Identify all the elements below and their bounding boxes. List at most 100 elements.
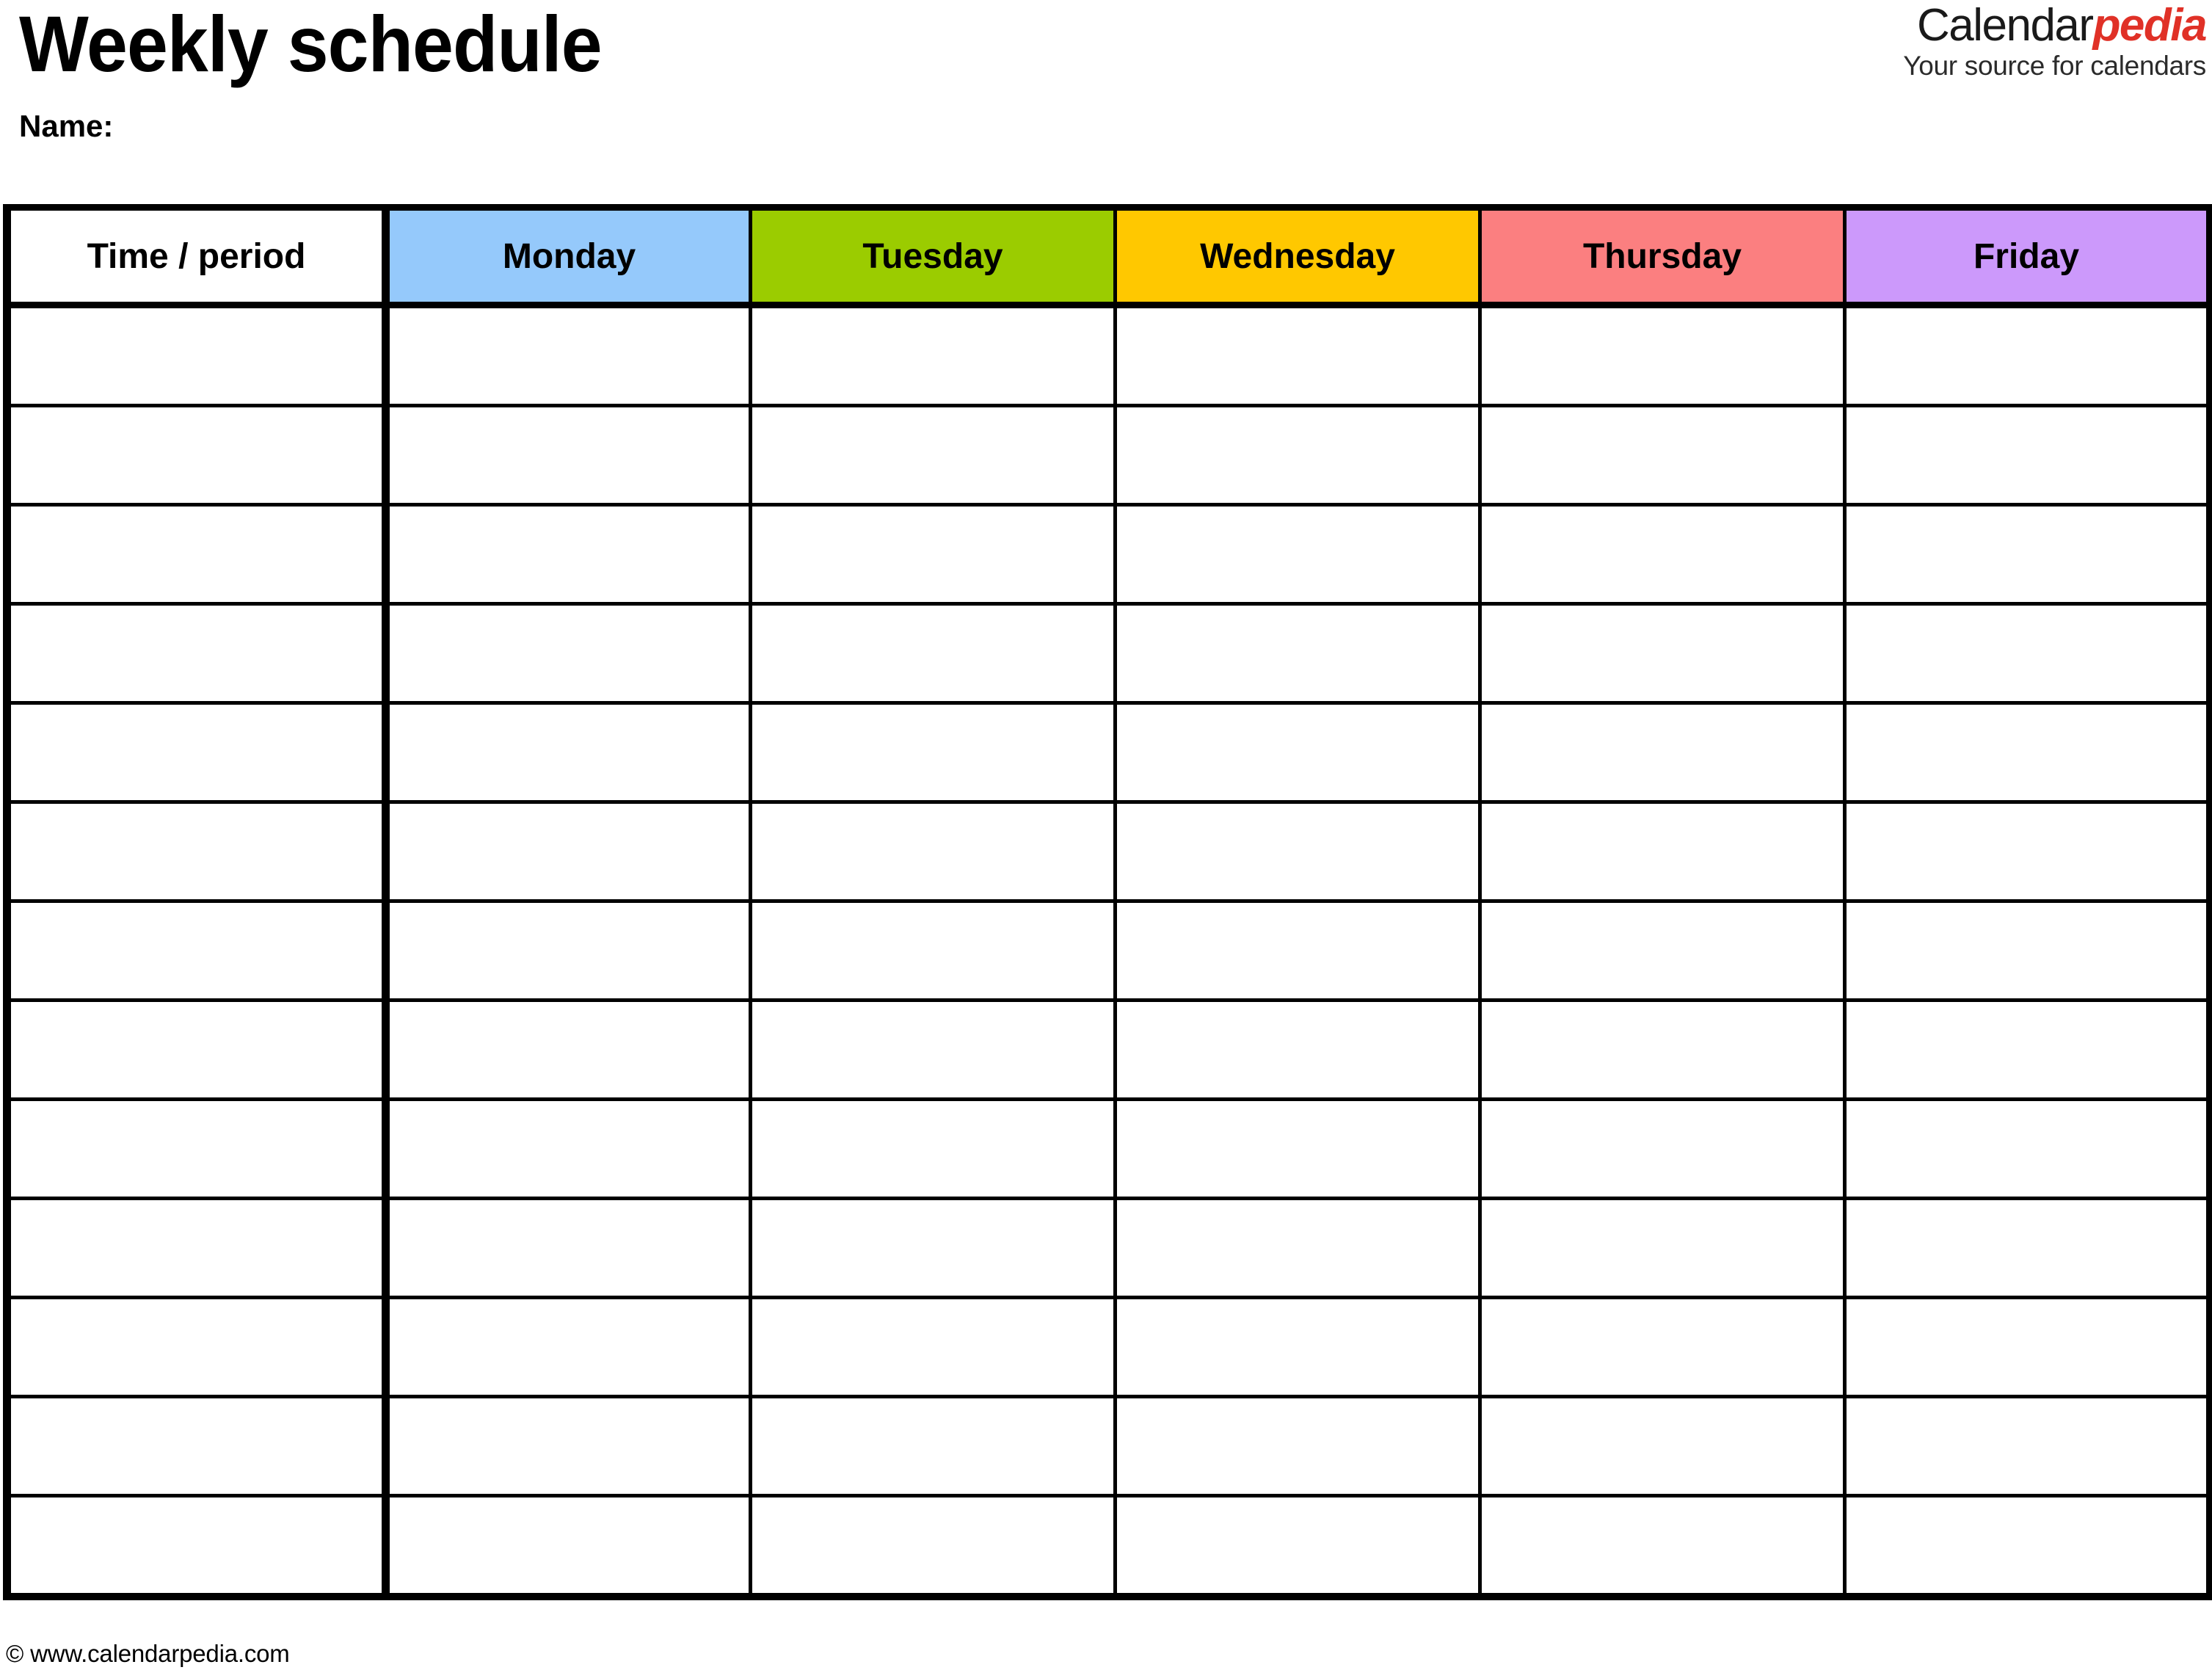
cell-time[interactable] bbox=[3, 404, 390, 507]
table-row bbox=[3, 1197, 2212, 1299]
cell-thursday[interactable] bbox=[1478, 1097, 1847, 1200]
cell-wednesday[interactable] bbox=[1113, 1097, 1482, 1200]
cell-thursday[interactable] bbox=[1478, 1494, 1847, 1600]
cell-monday[interactable] bbox=[384, 800, 752, 903]
cell-tuesday[interactable] bbox=[749, 404, 1117, 507]
cell-friday[interactable] bbox=[1843, 1494, 2212, 1600]
table-row bbox=[3, 602, 2212, 705]
cell-thursday[interactable] bbox=[1478, 503, 1847, 606]
logo-word-pedia: pedia bbox=[2092, 0, 2208, 51]
logo-wordmark: Calendarpedia bbox=[1903, 0, 2208, 51]
table-row bbox=[3, 701, 2212, 804]
cell-time[interactable] bbox=[3, 800, 390, 903]
cell-thursday[interactable] bbox=[1478, 303, 1847, 407]
cell-friday[interactable] bbox=[1843, 1296, 2212, 1398]
cell-friday[interactable] bbox=[1843, 800, 2212, 903]
cell-thursday[interactable] bbox=[1478, 602, 1847, 705]
cell-friday[interactable] bbox=[1843, 503, 2212, 606]
calendarpedia-logo: Calendarpedia Your source for calendars bbox=[1903, 0, 2208, 81]
cell-tuesday[interactable] bbox=[749, 1395, 1117, 1497]
cell-wednesday[interactable] bbox=[1113, 404, 1482, 507]
cell-tuesday[interactable] bbox=[749, 1097, 1117, 1200]
cell-thursday[interactable] bbox=[1478, 998, 1847, 1101]
cell-time[interactable] bbox=[3, 1395, 390, 1497]
cell-tuesday[interactable] bbox=[749, 1197, 1117, 1299]
cell-friday[interactable] bbox=[1843, 701, 2212, 804]
cell-thursday[interactable] bbox=[1478, 899, 1847, 1002]
cell-friday[interactable] bbox=[1843, 1197, 2212, 1299]
column-header-time-period: Time / period bbox=[3, 204, 390, 308]
cell-friday[interactable] bbox=[1843, 404, 2212, 507]
cell-monday[interactable] bbox=[384, 899, 752, 1002]
cell-monday[interactable] bbox=[384, 503, 752, 606]
column-header-tuesday: Tuesday bbox=[749, 204, 1117, 308]
logo-tagline: Your source for calendars bbox=[1903, 51, 2206, 81]
cell-monday[interactable] bbox=[384, 1296, 752, 1398]
schedule-table-container: Time / period Monday Tuesday Wednesday T… bbox=[3, 204, 2212, 1600]
cell-friday[interactable] bbox=[1843, 602, 2212, 705]
table-row bbox=[3, 800, 2212, 903]
cell-thursday[interactable] bbox=[1478, 1395, 1847, 1497]
cell-tuesday[interactable] bbox=[749, 303, 1117, 407]
cell-friday[interactable] bbox=[1843, 1097, 2212, 1200]
cell-thursday[interactable] bbox=[1478, 800, 1847, 903]
cell-wednesday[interactable] bbox=[1113, 1395, 1482, 1497]
cell-friday[interactable] bbox=[1843, 1395, 2212, 1497]
table-row bbox=[3, 404, 2212, 507]
cell-monday[interactable] bbox=[384, 1097, 752, 1200]
cell-time[interactable] bbox=[3, 1494, 390, 1600]
cell-time[interactable] bbox=[3, 899, 390, 1002]
table-header: Time / period Monday Tuesday Wednesday T… bbox=[3, 204, 2212, 308]
cell-tuesday[interactable] bbox=[749, 899, 1117, 1002]
cell-monday[interactable] bbox=[384, 1395, 752, 1497]
cell-time[interactable] bbox=[3, 998, 390, 1101]
cell-monday[interactable] bbox=[384, 303, 752, 407]
cell-tuesday[interactable] bbox=[749, 1494, 1117, 1600]
table-row bbox=[3, 1097, 2212, 1200]
cell-thursday[interactable] bbox=[1478, 404, 1847, 507]
column-header-friday: Friday bbox=[1843, 204, 2212, 308]
cell-wednesday[interactable] bbox=[1113, 701, 1482, 804]
cell-wednesday[interactable] bbox=[1113, 1197, 1482, 1299]
cell-tuesday[interactable] bbox=[749, 998, 1117, 1101]
cell-wednesday[interactable] bbox=[1113, 503, 1482, 606]
cell-friday[interactable] bbox=[1843, 998, 2212, 1101]
cell-wednesday[interactable] bbox=[1113, 303, 1482, 407]
cell-monday[interactable] bbox=[384, 1197, 752, 1299]
cell-thursday[interactable] bbox=[1478, 1197, 1847, 1299]
cell-wednesday[interactable] bbox=[1113, 602, 1482, 705]
cell-time[interactable] bbox=[3, 303, 390, 407]
weekly-schedule-table: Time / period Monday Tuesday Wednesday T… bbox=[3, 204, 2212, 1600]
table-row bbox=[3, 1296, 2212, 1398]
cell-thursday[interactable] bbox=[1478, 1296, 1847, 1398]
name-field-label[interactable]: Name: bbox=[19, 109, 113, 144]
cell-monday[interactable] bbox=[384, 701, 752, 804]
cell-time[interactable] bbox=[3, 701, 390, 804]
cell-friday[interactable] bbox=[1843, 899, 2212, 1002]
cell-monday[interactable] bbox=[384, 998, 752, 1101]
cell-wednesday[interactable] bbox=[1113, 1494, 1482, 1600]
table-row bbox=[3, 303, 2212, 407]
cell-tuesday[interactable] bbox=[749, 503, 1117, 606]
cell-wednesday[interactable] bbox=[1113, 899, 1482, 1002]
cell-tuesday[interactable] bbox=[749, 602, 1117, 705]
cell-time[interactable] bbox=[3, 1296, 390, 1398]
cell-tuesday[interactable] bbox=[749, 1296, 1117, 1398]
cell-tuesday[interactable] bbox=[749, 701, 1117, 804]
cell-monday[interactable] bbox=[384, 1494, 752, 1600]
cell-monday[interactable] bbox=[384, 602, 752, 705]
cell-time[interactable] bbox=[3, 1197, 390, 1299]
cell-tuesday[interactable] bbox=[749, 800, 1117, 903]
cell-time[interactable] bbox=[3, 602, 390, 705]
cell-time[interactable] bbox=[3, 503, 390, 606]
table-row bbox=[3, 1494, 2212, 1600]
table-row bbox=[3, 1395, 2212, 1497]
cell-wednesday[interactable] bbox=[1113, 800, 1482, 903]
cell-monday[interactable] bbox=[384, 404, 752, 507]
cell-friday[interactable] bbox=[1843, 303, 2212, 407]
cell-time[interactable] bbox=[3, 1097, 390, 1200]
cell-thursday[interactable] bbox=[1478, 701, 1847, 804]
cell-wednesday[interactable] bbox=[1113, 1296, 1482, 1398]
cell-wednesday[interactable] bbox=[1113, 998, 1482, 1101]
table-row bbox=[3, 998, 2212, 1101]
